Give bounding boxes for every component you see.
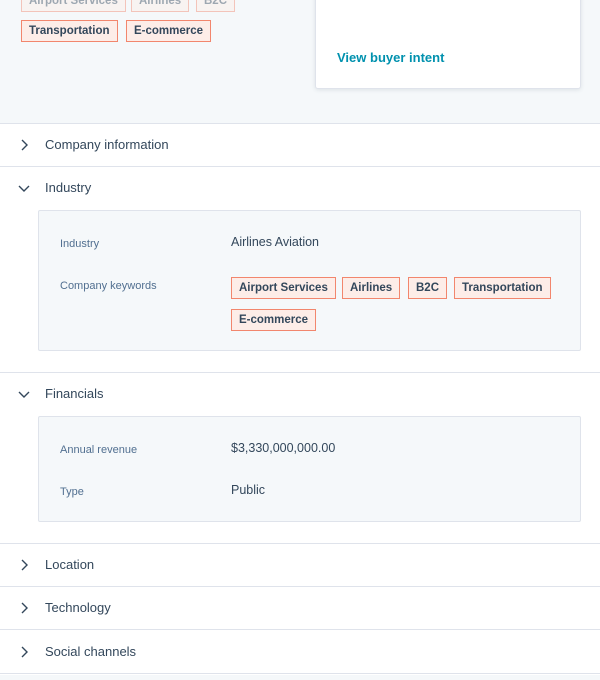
section-company-information[interactable]: Company information <box>0 124 600 167</box>
section-title: Social channels <box>45 644 137 659</box>
keyword-tag: B2C <box>408 277 448 299</box>
section-industry[interactable]: Industry <box>0 167 600 210</box>
section-title: Technology <box>45 600 111 615</box>
keyword-tag: E-commerce <box>126 20 212 42</box>
industry-panel: Industry Airlines Aviation Company keywo… <box>38 210 581 351</box>
keyword-tag: B2C <box>196 0 236 12</box>
chevron-right-icon <box>17 601 31 615</box>
buyer-intent-card: View buyer intent <box>315 0 581 89</box>
keyword-tag: Airlines <box>131 0 190 12</box>
chevron-right-icon <box>17 138 31 152</box>
type-label: Type <box>60 486 84 498</box>
section-title: Financials <box>45 386 104 401</box>
industry-value: Airlines Aviation <box>231 235 320 249</box>
annual-revenue-label: Annual revenue <box>60 444 138 456</box>
section-title: Industry <box>45 180 92 195</box>
bottom-strip <box>0 675 600 680</box>
annual-revenue-value: $3,330,000,000.00 <box>231 441 336 455</box>
chevron-right-icon <box>17 558 31 572</box>
keyword-tag: Airport Services <box>21 0 126 12</box>
financials-panel: Annual revenue $3,330,000,000.00 Type Pu… <box>38 416 581 522</box>
section-title: Location <box>45 557 95 572</box>
keyword-tag: Airlines <box>342 277 401 299</box>
keyword-tag: Transportation <box>454 277 551 299</box>
industry-label: Industry <box>60 238 100 250</box>
chevron-down-icon <box>17 181 31 195</box>
section-social-channels[interactable]: Social channels <box>0 631 600 674</box>
top-summary-area: Airport Services Airlines B2C Transporta… <box>0 0 600 124</box>
section-location[interactable]: Location <box>0 544 600 587</box>
view-buyer-intent-link[interactable]: View buyer intent <box>337 50 444 65</box>
section-financials[interactable]: Financials <box>0 373 600 416</box>
keyword-tag: E-commerce <box>231 309 317 331</box>
chevron-down-icon <box>17 387 31 401</box>
keyword-tag: Airport Services <box>231 277 336 299</box>
chevron-right-icon <box>17 645 31 659</box>
keyword-tag: Transportation <box>21 20 118 42</box>
section-technology[interactable]: Technology <box>0 587 600 630</box>
section-title: Company information <box>45 137 169 152</box>
type-value: Public <box>231 483 266 497</box>
company-keywords-label: Company keywords <box>60 280 157 292</box>
